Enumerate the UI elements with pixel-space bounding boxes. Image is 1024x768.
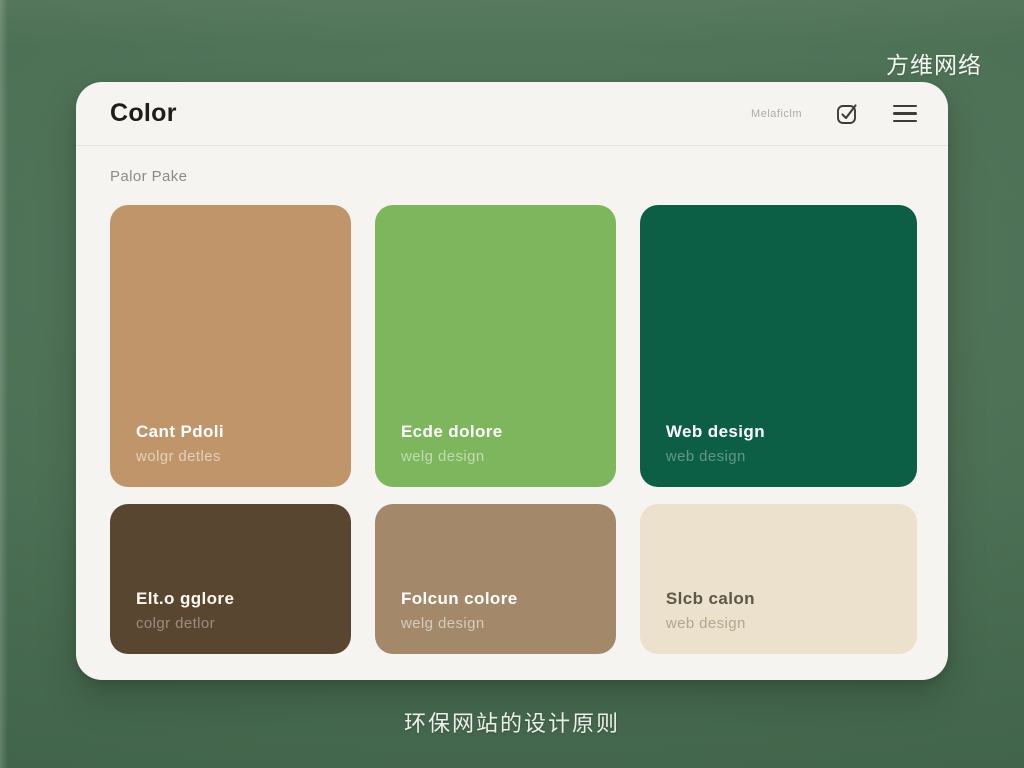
swatch-name: Slcb calon <box>666 589 891 609</box>
background: 方维网络 Color Melaficlm Palor Pake Cant Pdo… <box>0 0 1024 768</box>
header-actions: Melaficlm <box>751 101 918 127</box>
swatch-name: Elt.o gglore <box>136 589 325 609</box>
card-header: Color Melaficlm <box>76 82 948 146</box>
swatch-grid: Cant Pdoli wolgr detles Ecde dolore welg… <box>110 205 917 654</box>
swatch-description: web design <box>666 448 891 465</box>
color-swatch[interactable]: Slcb calon web design <box>640 504 917 654</box>
page-title: Color <box>110 99 177 128</box>
caption-text: 环保网站的设计原则 <box>0 706 1024 738</box>
header-meta-label: Melaficlm <box>751 108 802 120</box>
palette-subtitle: Palor Pake <box>110 168 914 185</box>
swatch-description: colgr detlor <box>136 615 325 632</box>
swatch-name: Cant Pdoli <box>136 422 325 442</box>
color-palette-card: Color Melaficlm Palor Pake Cant Pdoli wo… <box>76 82 948 680</box>
swatch-name: Web design <box>666 422 891 442</box>
color-swatch[interactable]: Web design web design <box>640 205 917 487</box>
color-swatch[interactable]: Elt.o gglore colgr detlor <box>110 504 351 654</box>
swatch-description: welg design <box>401 448 590 465</box>
swatch-description: wolgr detles <box>136 448 325 465</box>
color-swatch[interactable]: Folcun colore welg design <box>375 504 616 654</box>
swatch-name: Ecde dolore <box>401 422 590 442</box>
swatch-description: web design <box>666 615 891 632</box>
hamburger-menu-icon[interactable] <box>892 101 918 127</box>
watermark-text: 方维网络 <box>886 46 982 80</box>
color-swatch[interactable]: Ecde dolore welg design <box>375 205 616 487</box>
swatch-description: welg design <box>401 615 590 632</box>
checkbox-check-icon[interactable] <box>834 101 860 127</box>
swatch-name: Folcun colore <box>401 589 590 609</box>
color-swatch[interactable]: Cant Pdoli wolgr detles <box>110 205 351 487</box>
